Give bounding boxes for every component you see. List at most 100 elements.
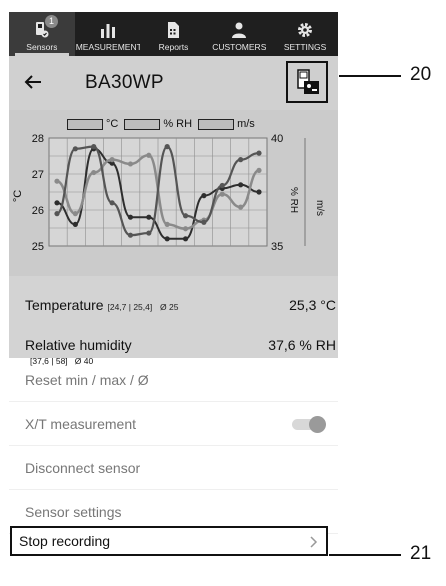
right-axis-unit-rh: % RH <box>288 187 299 213</box>
data-point-series-1 <box>164 221 170 227</box>
gear-icon <box>298 23 313 37</box>
data-point-series-2 <box>238 157 244 163</box>
legend-swatch-celsius <box>67 118 103 130</box>
data-point-series-1 <box>127 161 134 167</box>
data-point-series-1 <box>256 167 262 173</box>
menu-xt-label: X/T measurement <box>25 415 137 432</box>
xt-measurement-toggle[interactable] <box>292 416 326 433</box>
left-tick-label: 28 <box>32 133 44 145</box>
temperature-avg: Ø 25 <box>160 302 179 312</box>
app-screen: 1 Sensors MEASUREMENTS Reports <box>9 12 338 582</box>
menu-disconnect-label: Disconnect sensor <box>25 459 141 476</box>
chart-legend: °C % RH m/s <box>67 118 255 130</box>
data-point-series-2 <box>201 219 207 225</box>
menu-disconnect-sensor[interactable]: Disconnect sensor <box>9 446 338 490</box>
legend-item-ms: m/s <box>198 118 255 130</box>
temperature-label: Temperature [24,7 | 25,4] Ø 25 <box>25 297 178 313</box>
device-header: BA30WP <box>9 56 338 110</box>
nav-label-sensors: Sensors <box>26 42 58 52</box>
legend-swatch-rh <box>124 118 161 130</box>
legend-label-celsius: °C <box>106 118 119 130</box>
person-icon <box>232 22 247 38</box>
toggle-knob <box>309 416 326 433</box>
data-point-series-2 <box>219 182 225 189</box>
device-info-button[interactable] <box>286 61 328 103</box>
legend-label-rh: % RH <box>163 118 193 130</box>
nav-tab-customers[interactable]: CUSTOMERS <box>206 12 272 56</box>
data-point-series-0 <box>72 221 78 227</box>
humidity-value: 37,6 % RH <box>268 337 336 353</box>
data-point-series-1 <box>54 178 60 184</box>
callout-20: 20 <box>410 64 432 85</box>
data-point-series-2 <box>164 144 170 150</box>
data-point-series-0 <box>127 214 134 220</box>
data-point-series-0 <box>146 214 152 220</box>
menu-xt-measurement[interactable]: X/T measurement <box>9 402 338 446</box>
data-point-series-2 <box>127 232 134 238</box>
chart-panel: 28 27 26 25 40 35 °C % RH m/s °C % RH m/s <box>9 110 338 276</box>
back-arrow-icon[interactable] <box>21 70 45 94</box>
data-point-series-2 <box>72 146 78 152</box>
data-point-series-2 <box>54 211 60 217</box>
callout-line-21 <box>329 554 401 556</box>
legend-label-ms: m/s <box>237 118 255 130</box>
chevron-right-icon <box>310 536 318 548</box>
data-point-series-2 <box>91 144 97 150</box>
right-tick-label: 35 <box>271 241 283 253</box>
device-info-icon <box>297 69 319 94</box>
data-point-series-1 <box>238 204 244 210</box>
nav-label-reports: Reports <box>158 42 189 52</box>
current-values: Temperature [24,7 | 25,4] Ø 25 25,3 °C R… <box>9 276 338 366</box>
menu-reset-minmax[interactable]: Reset min / max / Ø <box>9 358 338 402</box>
data-point-series-2 <box>109 200 115 206</box>
menu-reset-label: Reset min / max / Ø <box>25 371 149 388</box>
data-point-series-0 <box>238 182 244 188</box>
legend-item-rh: % RH <box>124 118 192 130</box>
data-point-series-0 <box>201 193 207 199</box>
stop-recording-label: Stop recording <box>19 533 111 549</box>
line-chart: 28 27 26 25 40 35 °C % RH m/s <box>12 133 325 253</box>
data-point-series-1 <box>72 211 78 217</box>
data-point-series-2 <box>256 150 262 156</box>
temperature-value: 25,3 °C <box>289 297 336 313</box>
data-point-series-1 <box>182 226 189 232</box>
data-point-series-1 <box>109 157 115 163</box>
bar-chart-icon <box>100 24 115 38</box>
data-point-series-2 <box>146 230 152 236</box>
menu-settings-label: Sensor settings <box>25 503 122 520</box>
legend-item-celsius: °C <box>67 118 118 130</box>
data-point-series-2 <box>182 213 189 219</box>
callout-21: 21 <box>410 543 432 564</box>
legend-swatch-ms <box>198 118 235 130</box>
left-tick-label: 25 <box>32 241 44 253</box>
temperature-name: Temperature <box>25 297 104 313</box>
top-navigation: 1 Sensors MEASUREMENTS Reports <box>9 12 338 56</box>
data-point-series-0 <box>54 200 60 206</box>
temperature-range: [24,7 | 25,4] <box>107 302 153 312</box>
left-tick-label: 27 <box>32 169 44 181</box>
sensor-menu: Reset min / max / Ø X/T measurement Disc… <box>9 358 338 534</box>
humidity-name: Relative humidity <box>25 337 132 353</box>
nav-tab-measurements[interactable]: MEASUREMENTS <box>75 12 141 56</box>
stop-recording-button[interactable]: Stop recording <box>10 526 328 556</box>
data-point-series-0 <box>164 236 170 242</box>
data-point-series-1 <box>91 169 97 176</box>
left-axis-unit: °C <box>12 190 24 202</box>
device-title: BA30WP <box>85 72 164 93</box>
right-axis-unit-ms: m/s <box>314 200 325 216</box>
data-point-series-0 <box>182 236 189 242</box>
report-document-icon <box>168 22 180 38</box>
nav-tab-settings[interactable]: SETTINGS <box>272 12 338 56</box>
nav-tab-reports[interactable]: Reports <box>141 12 207 56</box>
left-tick-label: 26 <box>32 205 44 217</box>
nav-label-measurements: MEASUREMENTS <box>75 42 140 52</box>
right-tick-label: 40 <box>271 133 283 145</box>
callout-line-20 <box>339 75 401 77</box>
data-point-series-0 <box>256 189 262 195</box>
data-point-series-1 <box>219 191 225 197</box>
nav-label-customers: CUSTOMERS <box>212 42 267 52</box>
nav-tab-sensors[interactable]: 1 Sensors <box>9 12 75 56</box>
nav-label-settings: SETTINGS <box>283 42 327 52</box>
data-point-series-1 <box>146 152 152 158</box>
sensor-count-badge: 1 <box>45 15 58 28</box>
